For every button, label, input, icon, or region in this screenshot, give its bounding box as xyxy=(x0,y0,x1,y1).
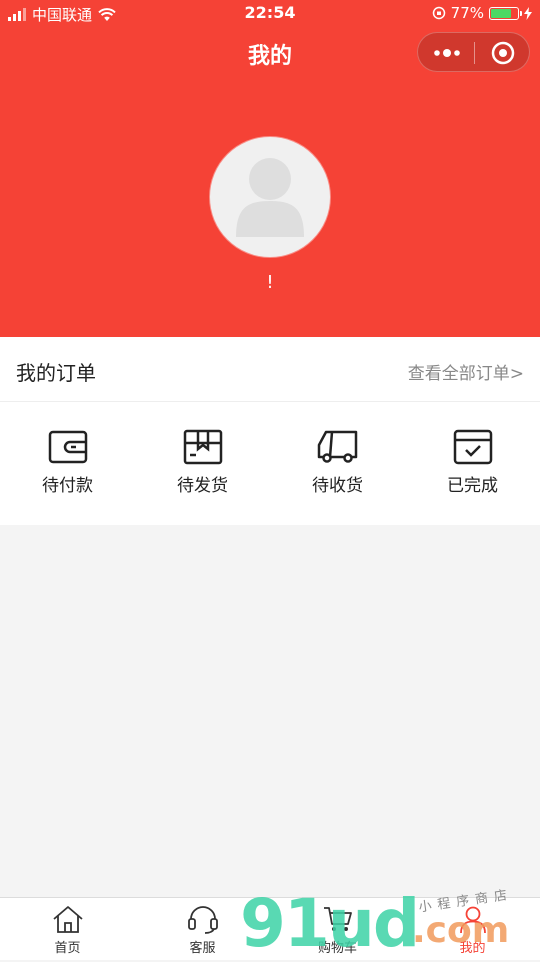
wallet-icon xyxy=(48,430,87,464)
tab-home[interactable]: 首页 xyxy=(0,904,135,960)
tab-customer-service[interactable]: 客服 xyxy=(135,904,270,960)
order-pending-shipment[interactable]: 待发货 xyxy=(135,429,270,499)
close-miniprogram-button[interactable] xyxy=(475,33,531,73)
user-icon xyxy=(459,906,486,934)
bottom-tab-bar: 首页 客服 购物车 我的 xyxy=(0,897,540,960)
delivery-truck-icon xyxy=(317,430,357,463)
cart-icon xyxy=(323,907,352,931)
order-pending-payment[interactable]: 待付款 xyxy=(0,429,135,499)
user-nickname: ! xyxy=(266,272,274,293)
order-completed[interactable]: 已完成 xyxy=(405,429,540,499)
view-all-orders-link[interactable]: 查看全部订单> xyxy=(408,359,524,384)
orientation-lock-icon xyxy=(432,6,445,20)
default-avatar-icon xyxy=(236,158,304,237)
status-bar: 中国联通 22:54 77% xyxy=(0,0,540,28)
order-pending-receipt[interactable]: 待收货 xyxy=(270,429,405,499)
home-icon xyxy=(52,906,83,933)
battery-fill xyxy=(491,8,511,18)
my-orders-panel: 我的订单 查看全部订单> 待付款 待发货 待收货 已完成 xyxy=(0,337,540,525)
charging-icon xyxy=(524,6,532,20)
tab-label: 我的 xyxy=(459,941,486,956)
orders-title: 我的订单 xyxy=(16,361,96,385)
battery-percent: 77% xyxy=(450,4,484,22)
package-icon xyxy=(183,429,222,465)
calendar-check-icon xyxy=(453,429,492,465)
tab-cart[interactable]: 购物车 xyxy=(270,904,405,960)
order-label: 待付款 xyxy=(42,476,93,496)
headset-icon xyxy=(187,906,218,934)
profile-header: 中国联通 22:54 77% 我的 ! xyxy=(0,0,540,337)
tab-label: 购物车 xyxy=(317,941,357,956)
miniprogram-capsule xyxy=(417,32,530,72)
order-label: 已完成 xyxy=(447,476,498,496)
battery-icon xyxy=(489,6,522,20)
more-dots-icon xyxy=(434,49,460,57)
more-options-button[interactable] xyxy=(418,33,474,73)
order-label: 待发货 xyxy=(177,476,228,496)
orders-header: 我的订单 查看全部订单> xyxy=(0,337,540,402)
status-right: 77% xyxy=(432,4,532,22)
tab-label: 首页 xyxy=(54,941,81,956)
order-label: 待收货 xyxy=(312,476,363,496)
target-close-icon xyxy=(491,41,515,65)
avatar[interactable] xyxy=(210,137,330,257)
tab-mine[interactable]: 我的 xyxy=(405,904,540,960)
tab-label: 客服 xyxy=(189,941,216,956)
